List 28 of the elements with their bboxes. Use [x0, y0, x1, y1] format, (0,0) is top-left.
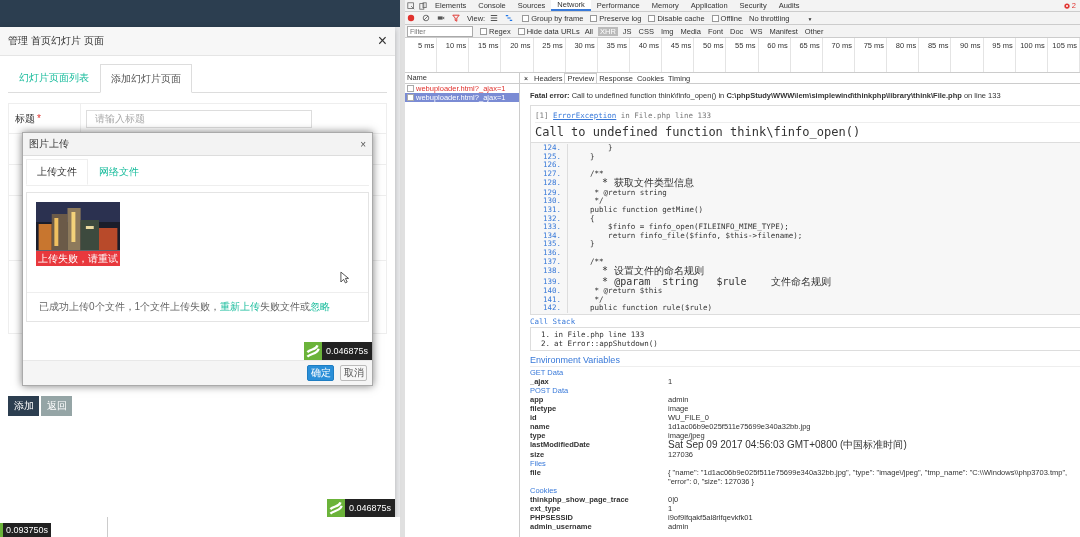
tab[interactable]: 上传文件 [26, 159, 88, 185]
upload-status-text: 已成功上传0个文件，1个文件上传失败，重新上传失败文件或忽略 [39, 300, 331, 314]
clear-icon[interactable] [422, 14, 430, 22]
close-button[interactable]: × [377, 33, 387, 49]
title-input-field[interactable]: 请输入标题 [86, 109, 312, 128]
trace-badge[interactable]: 0.093750s [0, 523, 52, 537]
tab[interactable]: 添加幻灯片页面 [100, 64, 192, 93]
cursor-icon [340, 271, 349, 284]
section-heading: Environment Variables [530, 355, 1080, 367]
code-line: * 获取文件类型信息 [601, 178, 695, 189]
dialog-title: 图片上传 [29, 137, 69, 151]
cancel-button[interactable]: 取消 [340, 365, 367, 381]
add-button[interactable]: 添加 [8, 396, 39, 416]
device-icon[interactable] [419, 1, 427, 10]
list-icon[interactable] [490, 14, 499, 22]
inspect-icon[interactable] [407, 1, 415, 10]
modal-title: 管理 首页幻灯片 页面 [8, 34, 104, 48]
close-button[interactable]: × [360, 138, 366, 150]
filter-icon[interactable] [452, 14, 460, 22]
trace-badge[interactable]: 0.046875s [326, 499, 395, 517]
code-line: * 设置文件的命名规则 [601, 266, 705, 277]
camera-icon[interactable] [437, 14, 445, 22]
record-icon[interactable] [407, 14, 415, 22]
code-line: * @param string $rule 文件命名规则 [601, 276, 831, 288]
waterfall-icon[interactable] [505, 14, 514, 22]
upload-error-label: 上传失败，请重试 [36, 251, 120, 266]
trace-badge[interactable]: 0.046875s [303, 342, 372, 360]
variable-value: Sat Sep 09 2017 04:56:03 GMT+0800 (中国标准时间) [668, 440, 908, 450]
